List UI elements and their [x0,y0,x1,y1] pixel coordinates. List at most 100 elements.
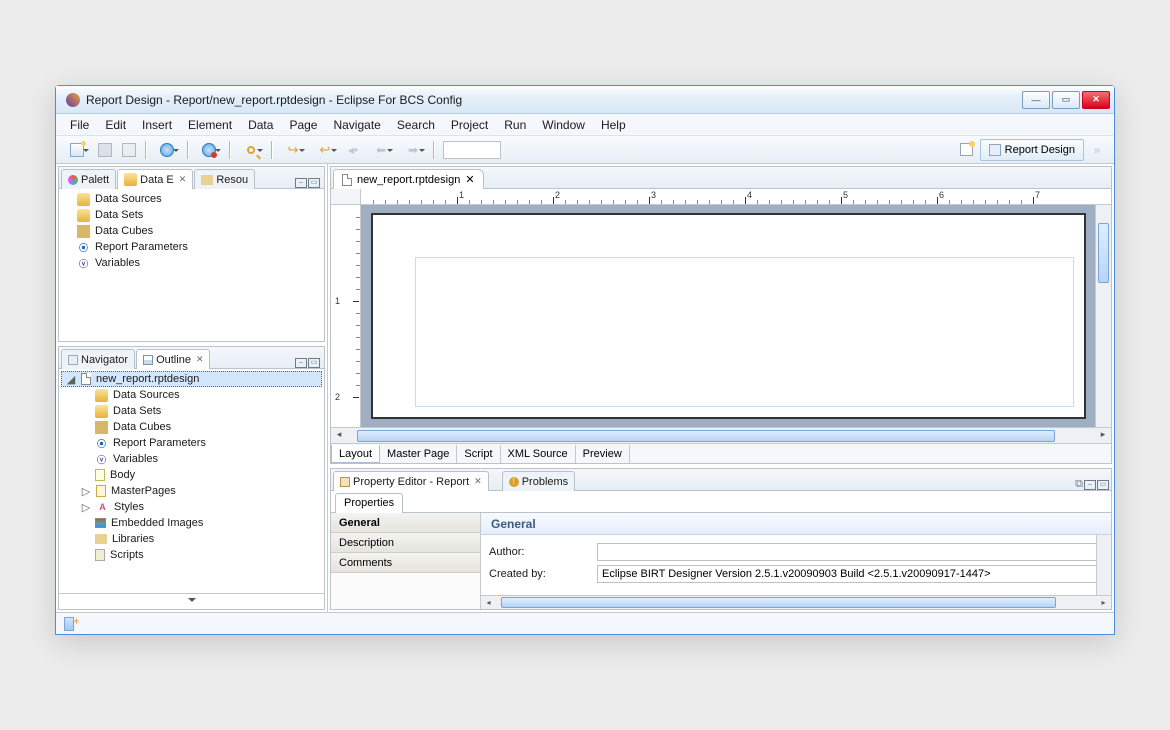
scrollbar-track[interactable] [496,596,1096,609]
tree-item-variables[interactable]: ⓥVariables [61,255,322,271]
open-perspective-button[interactable] [956,139,978,161]
close-button[interactable]: ✕ [1082,91,1110,109]
property-horizontal-scrollbar[interactable]: ◂ ▸ [481,595,1111,609]
category-general[interactable]: General [331,513,480,533]
author-input[interactable] [597,543,1103,561]
outline-data-sources[interactable]: Data Sources [61,387,322,403]
collapse-icon[interactable]: ◢ [66,373,76,386]
tree-item-data-sources[interactable]: Data Sources [61,191,322,207]
maximize-view-button[interactable]: ▭ [1097,480,1109,490]
menu-edit[interactable]: Edit [97,116,134,134]
maximize-view-button[interactable]: ▭ [308,178,320,188]
run-dropdown-button[interactable] [194,139,224,161]
menu-window[interactable]: Window [534,116,593,134]
maximize-view-button[interactable]: ▭ [308,358,320,368]
horizontal-scrollbar[interactable]: ◂ ▸ [331,427,1111,443]
status-icon[interactable] [64,617,74,631]
tab-problems[interactable]: !Problems [502,471,575,491]
print-button[interactable] [118,139,140,161]
category-description[interactable]: Description [331,533,480,553]
tab-xml-source[interactable]: XML Source [501,445,576,463]
outline-tree[interactable]: ◢new_report.rptdesign Data Sources Data … [59,369,324,593]
outline-overflow-button[interactable] [59,593,324,609]
menu-data[interactable]: Data [240,116,281,134]
outline-variables[interactable]: ⓥVariables [61,451,322,467]
toolbar-blank-field[interactable] [443,141,501,159]
menu-insert[interactable]: Insert [134,116,180,134]
editor-tab[interactable]: new_report.rptdesign✕ [333,169,484,189]
vertical-ruler[interactable]: 12 [331,205,361,427]
report-page[interactable] [371,213,1086,419]
menu-run[interactable]: Run [496,116,534,134]
outline-scripts[interactable]: Scripts [61,547,322,563]
view-menu-button[interactable]: ⧉ [1075,480,1083,490]
scrollbar-thumb[interactable] [1098,223,1109,283]
outline-libraries[interactable]: Libraries [61,531,322,547]
web-dropdown-button[interactable] [152,139,182,161]
menu-project[interactable]: Project [443,116,496,134]
horizontal-ruler[interactable]: 1234567 [331,189,1111,205]
minimize-view-button[interactable]: – [1084,480,1096,490]
data-explorer-tree[interactable]: Data Sources Data Sets Data Cubes ⦿Repor… [59,189,324,341]
tab-layout[interactable]: Layout [331,445,380,463]
close-tab-icon[interactable]: ✕ [465,173,474,186]
search-dropdown-button[interactable] [236,139,266,161]
perspective-more-button[interactable]: » [1086,139,1108,161]
menu-file[interactable]: File [62,116,97,134]
expand-icon[interactable]: ▷ [81,501,91,514]
scroll-left-button[interactable]: ◂ [481,596,496,609]
tab-master-page[interactable]: Master Page [380,445,457,463]
property-vertical-scrollbar[interactable] [1096,535,1111,595]
outline-data-sets[interactable]: Data Sets [61,403,322,419]
report-content-area[interactable] [415,257,1074,407]
outline-data-cubes[interactable]: Data Cubes [61,419,322,435]
minimize-view-button[interactable]: – [295,178,307,188]
titlebar[interactable]: Report Design - Report/new_report.rptdes… [56,86,1114,114]
close-tab-icon[interactable]: ✕ [179,174,187,185]
scroll-right-button[interactable]: ▸ [1096,596,1111,609]
tab-preview[interactable]: Preview [576,445,630,463]
save-button[interactable] [94,139,116,161]
scrollbar-track[interactable] [347,430,1095,442]
menu-navigate[interactable]: Navigate [325,116,388,134]
menu-element[interactable]: Element [180,116,240,134]
tab-data-explorer[interactable]: Data E✕ [117,169,193,189]
outline-root[interactable]: ◢new_report.rptdesign [61,371,322,387]
menu-page[interactable]: Page [281,116,325,134]
toggle-2-button[interactable]: ↩ [310,139,340,161]
menu-help[interactable]: Help [593,116,634,134]
tab-navigator[interactable]: Navigator [61,349,135,369]
tree-item-data-sets[interactable]: Data Sets [61,207,322,223]
tree-item-data-cubes[interactable]: Data Cubes [61,223,322,239]
outline-styles[interactable]: ▷AStyles [61,499,322,515]
nav-back-button[interactable]: ⬅ [366,139,396,161]
outline-masterpages[interactable]: ▷MasterPages [61,483,322,499]
menu-search[interactable]: Search [389,116,443,134]
tab-script[interactable]: Script [457,445,500,463]
nav-fwd-button[interactable]: ➡ [398,139,428,161]
tab-palette[interactable]: Palett [61,169,116,189]
created-by-input[interactable]: Eclipse BIRT Designer Version 2.5.1.v200… [597,565,1103,583]
expand-icon[interactable]: ▷ [81,485,91,498]
new-dropdown-button[interactable] [62,139,92,161]
tab-outline[interactable]: Outline✕ [136,349,210,369]
scrollbar-thumb[interactable] [357,430,1055,442]
nav-prev-button[interactable]: ◂• [342,139,364,161]
design-canvas[interactable] [361,205,1111,427]
tree-item-report-parameters[interactable]: ⦿Report Parameters [61,239,322,255]
toggle-1-button[interactable]: ↪ [278,139,308,161]
subtab-properties[interactable]: Properties [335,493,403,513]
perspective-report-design[interactable]: Report Design [980,139,1084,161]
scroll-right-button[interactable]: ▸ [1095,429,1111,443]
vertical-scrollbar[interactable] [1095,205,1111,427]
minimize-view-button[interactable]: – [295,358,307,368]
tab-property-editor[interactable]: Property Editor - Report✕ [333,471,489,491]
maximize-button[interactable]: ▭ [1052,91,1080,109]
outline-body[interactable]: Body [61,467,322,483]
close-tab-icon[interactable]: ✕ [196,354,204,365]
scrollbar-thumb[interactable] [501,597,1056,608]
scroll-left-button[interactable]: ◂ [331,429,347,443]
category-comments[interactable]: Comments [331,553,480,573]
close-tab-icon[interactable]: ✕ [474,476,482,487]
outline-embedded-images[interactable]: Embedded Images [61,515,322,531]
